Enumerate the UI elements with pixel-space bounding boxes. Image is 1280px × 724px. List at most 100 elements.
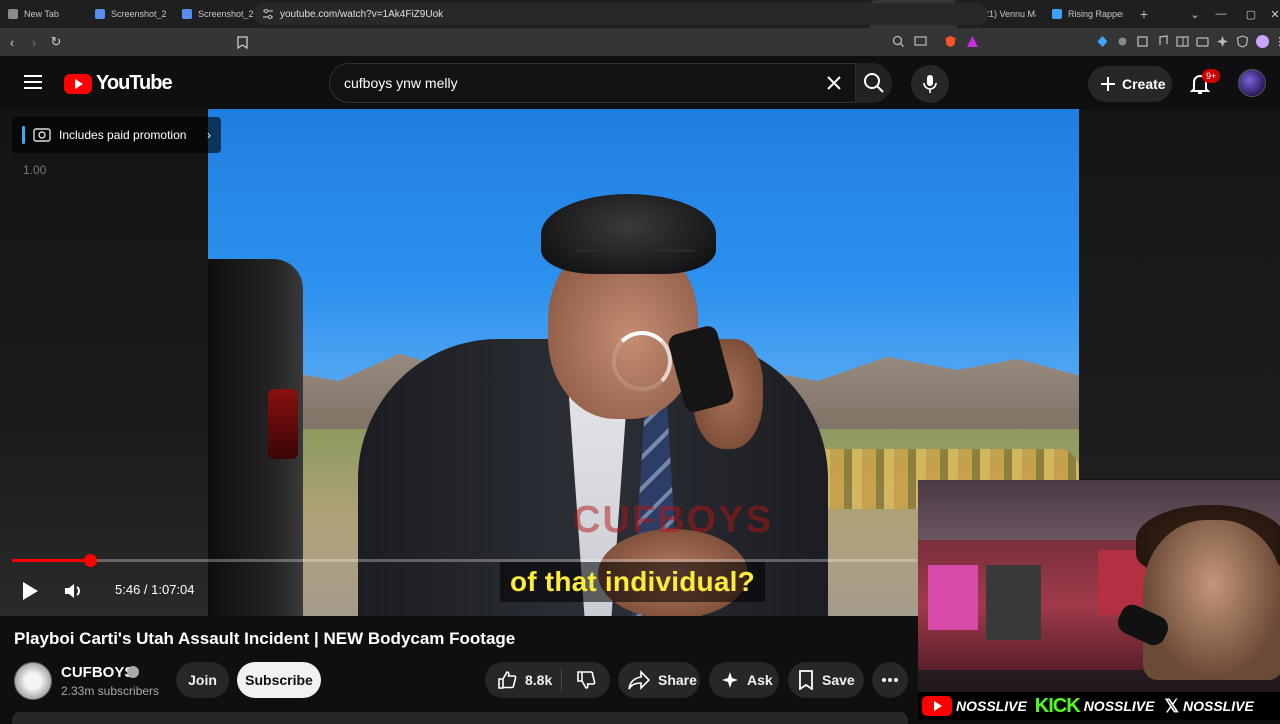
extension-gem-icon[interactable] (1116, 35, 1129, 48)
more-actions-button[interactable] (872, 662, 908, 698)
new-tab-button[interactable]: + (1131, 6, 1157, 22)
share-button[interactable]: Share (618, 662, 700, 698)
promotion-icon (33, 128, 51, 142)
youtube-play-logo-icon (64, 73, 92, 94)
reload-icon[interactable]: ↻ (46, 32, 66, 52)
extensions-puzzle-icon[interactable] (1136, 35, 1149, 48)
player-letterbox-left (0, 109, 208, 616)
search-input[interactable] (344, 75, 804, 91)
youtube-handle: NOSSLIVE (956, 698, 1027, 714)
like-button[interactable]: 8.8k (485, 662, 561, 698)
loading-spinner-icon (612, 331, 672, 391)
player-letterbox-right (1079, 109, 1280, 479)
play-icon[interactable] (18, 579, 42, 603)
hamburger-menu-icon[interactable] (20, 71, 46, 95)
search-box (329, 63, 856, 103)
extension-diamond-icon[interactable] (1096, 35, 1109, 48)
url-text: youtube.com/watch?v=1Ak4FiZ9Uok (280, 8, 444, 20)
clear-search-icon[interactable] (825, 74, 843, 92)
more-horizontal-icon (882, 678, 898, 682)
share-arrow-icon (628, 670, 650, 690)
brave-rewards-icon[interactable] (966, 35, 979, 48)
progress-scrubber-handle[interactable] (84, 554, 97, 567)
like-count: 8.8k (525, 672, 553, 688)
channel-name[interactable]: CUFBOYS (61, 664, 134, 681)
video-title: Playboi Carti's Utah Assault Incident | … (14, 629, 516, 648)
browser-tab-label: Screenshot_20 (198, 9, 253, 19)
playback-speed-indicator: 1.00 (23, 163, 47, 177)
search-button[interactable] (856, 63, 892, 103)
leo-icon[interactable] (1216, 35, 1229, 48)
media-icon[interactable] (1156, 35, 1169, 48)
channel-watermark: CUFBOYS (573, 499, 773, 541)
browser-tab-label: Rising Rapper (1068, 9, 1123, 19)
subscribe-button[interactable]: Subscribe (237, 662, 321, 698)
progress-bar[interactable] (12, 554, 917, 567)
cast-icon[interactable] (914, 35, 927, 48)
ask-button[interactable]: Ask (709, 662, 779, 698)
profile-avatar-icon[interactable] (1256, 35, 1269, 48)
youtube-icon (922, 696, 952, 716)
x-logo-icon: 𝕏 (1164, 695, 1179, 716)
ask-label: Ask (747, 672, 773, 688)
account-avatar[interactable] (1238, 69, 1266, 97)
create-label: Create (1122, 76, 1166, 92)
voice-search-button[interactable] (911, 65, 949, 103)
minimize-button[interactable]: — (1206, 0, 1236, 28)
notification-badge: 9+ (1202, 69, 1221, 83)
thumbs-up-icon (498, 671, 517, 689)
description-panel[interactable] (12, 712, 908, 724)
paid-promotion-notice[interactable]: Includes paid promotion › (12, 117, 221, 153)
youtube-wordmark: YouTube (96, 72, 173, 94)
sidebar-icon[interactable] (1176, 35, 1189, 48)
image-icon (95, 9, 105, 19)
browser-tab[interactable]: Screenshot_20 (174, 0, 261, 28)
bookmark-save-icon (799, 670, 813, 690)
kick-handle: NOSSLIVE (1083, 698, 1155, 714)
pp-icon (1052, 9, 1062, 19)
forward-icon[interactable]: › (24, 32, 44, 52)
subtitle-caption: of that individual? (500, 562, 765, 602)
channel-avatar[interactable] (14, 662, 52, 700)
microphone-icon (923, 75, 937, 93)
save-label: Save (822, 672, 855, 688)
stream-socials-bar: NOSSLIVE KICK NOSSLIVE 𝕏 NOSSLIVE (918, 692, 1280, 720)
brave-icon (8, 9, 18, 19)
image-icon (182, 9, 192, 19)
address-bar[interactable]: youtube.com/watch?v=1Ak4FiZ9Uok (254, 3, 988, 25)
back-icon[interactable]: ‹ (2, 32, 22, 52)
save-button[interactable]: Save (788, 662, 864, 698)
streamer-webcam-overlay: NOSSLIVE KICK NOSSLIVE 𝕏 NOSSLIVE (918, 480, 1280, 720)
like-dislike-group: 8.8k (485, 662, 610, 698)
promo-label: Includes paid promotion (59, 128, 187, 142)
subscriber-count: 2.33m subscribers (61, 684, 160, 698)
progress-played (12, 559, 90, 562)
browser-tab[interactable]: New Tab (0, 0, 87, 28)
volume-icon[interactable] (62, 579, 86, 603)
site-settings-icon[interactable] (262, 8, 274, 20)
dislike-button[interactable] (562, 662, 610, 698)
brave-shield-icon[interactable] (944, 35, 957, 48)
kick-logo: KICK (1034, 694, 1081, 717)
vpn-shield-icon[interactable] (1236, 35, 1249, 48)
wallet-icon[interactable] (1196, 35, 1209, 48)
x-handle: NOSSLIVE (1183, 698, 1254, 714)
zoom-icon[interactable] (892, 35, 905, 48)
search-icon (864, 73, 884, 93)
sparkle-icon (722, 672, 738, 688)
browser-tab-label: Screenshot_20 (111, 9, 166, 19)
youtube-logo[interactable]: YouTube (64, 72, 173, 95)
browser-tab-label: (21) Vennu Ma (981, 9, 1036, 19)
browser-tab[interactable]: Screenshot_20 (87, 0, 174, 28)
share-label: Share (658, 672, 697, 688)
time-display: 5:46 / 1:07:04 (115, 582, 195, 597)
browser-toolbar: ‹ › ↻ (0, 28, 1280, 56)
join-button[interactable]: Join (176, 662, 229, 698)
bookmark-icon[interactable] (232, 32, 252, 52)
thumbs-down-icon (577, 671, 596, 689)
create-button[interactable]: Create (1088, 66, 1172, 102)
browser-menu-icon[interactable]: ⋮ (1274, 35, 1280, 48)
browser-tab[interactable]: Rising Rapper (1044, 0, 1131, 28)
youtube-masthead: YouTube Create 9+ (0, 57, 1280, 109)
close-window-button[interactable]: ✕ (1260, 0, 1280, 28)
